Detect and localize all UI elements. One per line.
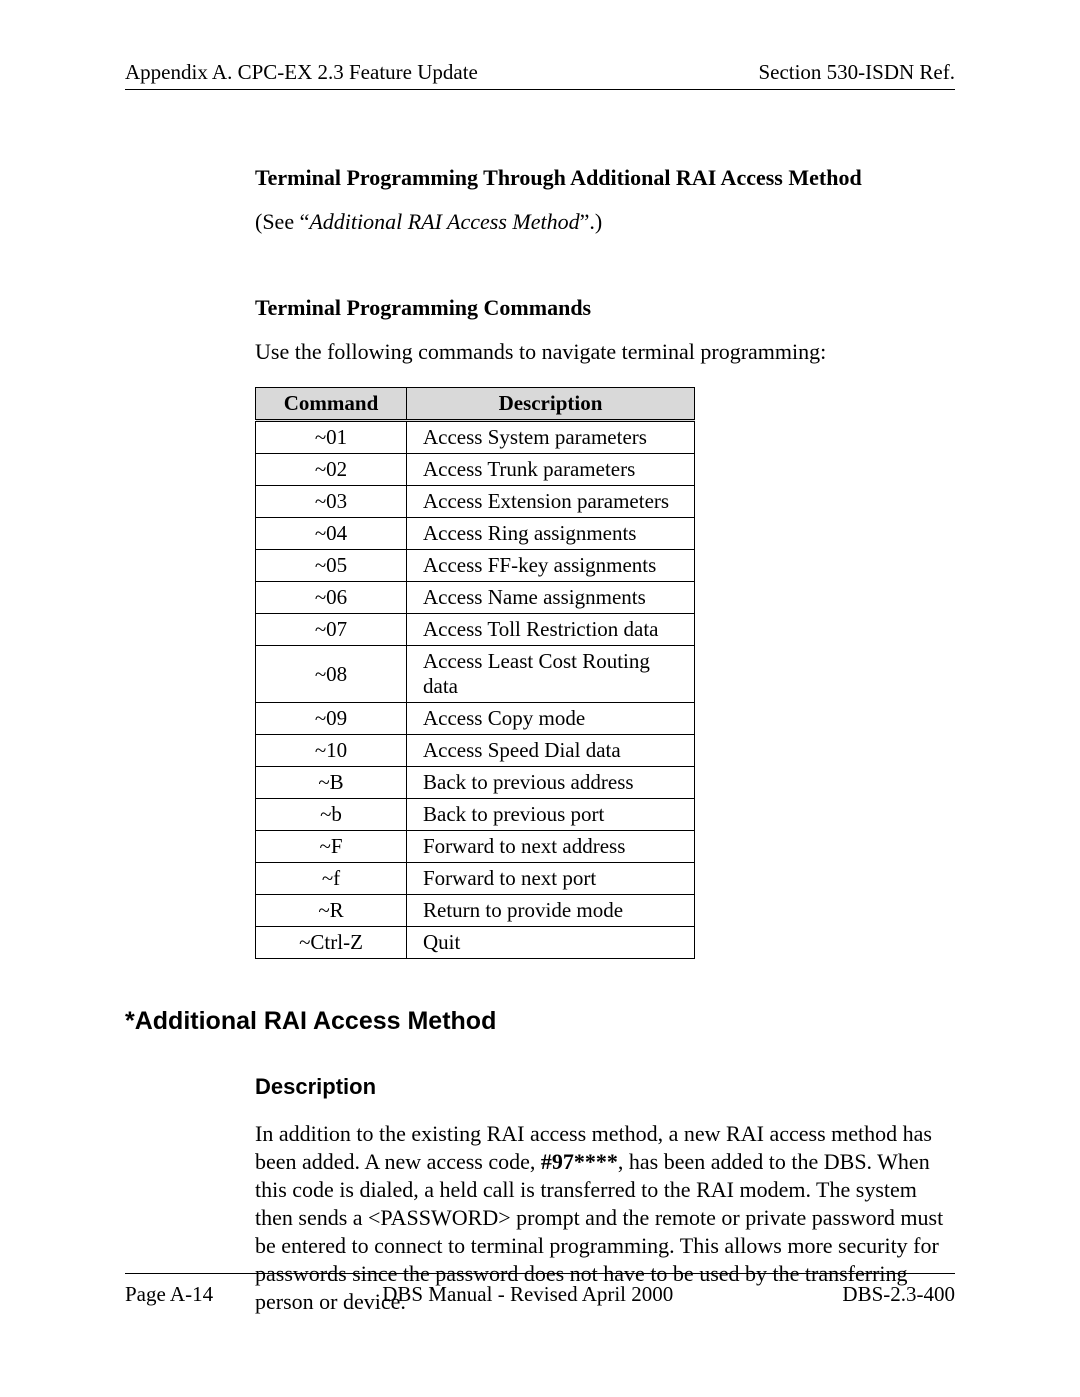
footer-right: DBS-2.3-400 (842, 1282, 955, 1307)
command-cell: ~B (256, 767, 407, 799)
description-cell: Access FF-key assignments (407, 550, 695, 582)
see-prefix: (See “ (255, 209, 309, 234)
command-cell: ~06 (256, 582, 407, 614)
section-heading-terminal-rai: Terminal Programming Through Additional … (255, 165, 955, 191)
table-header-description: Description (407, 388, 695, 421)
see-suffix: ”.) (580, 209, 603, 234)
description-cell: Access Ring assignments (407, 518, 695, 550)
table-row: ~07Access Toll Restriction data (256, 614, 695, 646)
document-page: Appendix A. CPC-EX 2.3 Feature Update Se… (0, 0, 1080, 1397)
see-reference: (See “Additional RAI Access Method”.) (255, 209, 955, 235)
command-cell: ~05 (256, 550, 407, 582)
description-cell: Access Trunk parameters (407, 454, 695, 486)
section-heading-commands: Terminal Programming Commands (255, 295, 955, 321)
access-code: #97**** (541, 1149, 618, 1174)
command-cell: ~04 (256, 518, 407, 550)
description-cell: Back to previous port (407, 799, 695, 831)
table-row: ~06Access Name assignments (256, 582, 695, 614)
command-cell: ~09 (256, 703, 407, 735)
description-cell: Access System parameters (407, 421, 695, 454)
description-cell: Access Extension parameters (407, 486, 695, 518)
page-footer: Page A-14 DBS Manual - Revised April 200… (125, 1273, 955, 1307)
description-cell: Access Least Cost Routing data (407, 646, 695, 703)
table-row: ~10Access Speed Dial data (256, 735, 695, 767)
command-cell: ~Ctrl-Z (256, 927, 407, 959)
table-row: ~04Access Ring assignments (256, 518, 695, 550)
table-header-command: Command (256, 388, 407, 421)
content-area: Terminal Programming Through Additional … (255, 165, 955, 959)
table-header-row: Command Description (256, 388, 695, 421)
command-cell: ~07 (256, 614, 407, 646)
footer-center: DBS Manual - Revised April 2000 (382, 1282, 673, 1307)
section-title-additional-rai: *Additional RAI Access Method (125, 1007, 955, 1036)
see-italic: Additional RAI Access Method (309, 209, 579, 234)
table-row: ~fForward to next port (256, 863, 695, 895)
description-cell: Back to previous address (407, 767, 695, 799)
header-right: Section 530-ISDN Ref. (758, 60, 955, 85)
table-row: ~02Access Trunk parameters (256, 454, 695, 486)
command-cell: ~b (256, 799, 407, 831)
description-cell: Access Toll Restriction data (407, 614, 695, 646)
description-cell: Return to provide mode (407, 895, 695, 927)
commands-intro: Use the following commands to navigate t… (255, 339, 955, 365)
table-row: ~bBack to previous port (256, 799, 695, 831)
table-row: ~FForward to next address (256, 831, 695, 863)
command-cell: ~R (256, 895, 407, 927)
description-cell: Access Copy mode (407, 703, 695, 735)
command-cell: ~f (256, 863, 407, 895)
page-header: Appendix A. CPC-EX 2.3 Feature Update Se… (125, 60, 955, 90)
table-row: ~BBack to previous address (256, 767, 695, 799)
description-cell: Access Name assignments (407, 582, 695, 614)
commands-table: Command Description ~01Access System par… (255, 387, 695, 959)
table-row: ~05Access FF-key assignments (256, 550, 695, 582)
command-cell: ~08 (256, 646, 407, 703)
table-row: ~09Access Copy mode (256, 703, 695, 735)
table-row: ~RReturn to provide mode (256, 895, 695, 927)
footer-left: Page A-14 (125, 1282, 213, 1307)
description-cell: Forward to next port (407, 863, 695, 895)
command-cell: ~10 (256, 735, 407, 767)
command-cell: ~02 (256, 454, 407, 486)
description-cell: Forward to next address (407, 831, 695, 863)
table-row: ~08Access Least Cost Routing data (256, 646, 695, 703)
header-left: Appendix A. CPC-EX 2.3 Feature Update (125, 60, 478, 85)
table-row: ~01Access System parameters (256, 421, 695, 454)
command-cell: ~F (256, 831, 407, 863)
command-cell: ~01 (256, 421, 407, 454)
command-cell: ~03 (256, 486, 407, 518)
description-cell: Quit (407, 927, 695, 959)
table-row: ~Ctrl-ZQuit (256, 927, 695, 959)
table-row: ~03Access Extension parameters (256, 486, 695, 518)
description-heading: Description (255, 1074, 955, 1100)
description-cell: Access Speed Dial data (407, 735, 695, 767)
